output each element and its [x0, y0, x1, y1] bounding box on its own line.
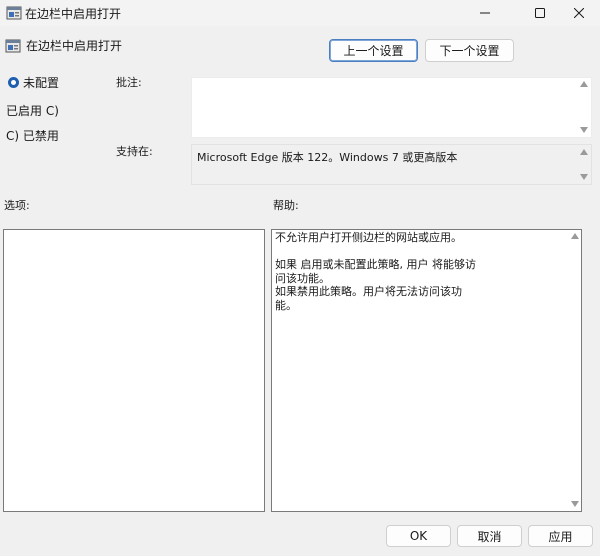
maximize-icon [535, 8, 545, 18]
radio-label: 未配置 [23, 76, 60, 90]
supported-on-label: 支持在: [116, 145, 153, 158]
window-title: 在边栏中启用打开 [25, 7, 122, 21]
minimize-icon [480, 8, 490, 18]
help-scrollbar[interactable] [569, 230, 581, 511]
radio-label: 已启用 C) [6, 104, 59, 118]
ok-button[interactable]: OK [386, 525, 451, 547]
policy-title: 在边栏中启用打开 [26, 39, 123, 53]
radio-label: C) 已禁用 [6, 129, 59, 143]
scroll-up-icon[interactable] [578, 78, 590, 90]
policy-icon [5, 38, 21, 54]
help-panel[interactable]: 不允许用户打开侧边栏的网站或应用。 如果 启用或未配置此策略, 用户 将能够访 … [271, 229, 582, 512]
supported-on-value: Microsoft Edge 版本 122。Windows 7 或更高版本 [197, 151, 458, 164]
scroll-down-icon[interactable] [578, 171, 590, 183]
policy-settings-icon [6, 5, 22, 21]
radio-not-configured[interactable]: 未配置 [8, 74, 59, 91]
help-text: 不允许用户打开侧边栏的网站或应用。 如果 启用或未配置此策略, 用户 将能够访 … [275, 231, 476, 312]
close-icon [574, 8, 584, 18]
options-label: 选项: [4, 199, 30, 212]
options-panel[interactable] [3, 229, 265, 512]
radio-enabled[interactable]: 已启用 C) [6, 102, 59, 119]
close-button[interactable] [556, 0, 600, 26]
apply-button[interactable]: 应用 [528, 525, 593, 547]
radio-selected-icon [8, 77, 19, 88]
radio-disabled[interactable]: C) 已禁用 [6, 127, 59, 144]
scroll-up-icon[interactable] [578, 146, 590, 158]
cancel-button[interactable]: 取消 [457, 525, 522, 547]
comment-scrollbar[interactable] [578, 78, 590, 137]
help-label: 帮助: [273, 199, 299, 212]
supported-on-field: Microsoft Edge 版本 122。Windows 7 或更高版本 [191, 144, 592, 185]
scroll-down-icon[interactable] [578, 124, 590, 136]
next-setting-button[interactable]: 下一个设置 [425, 39, 514, 62]
supported-scrollbar[interactable] [578, 146, 590, 184]
comment-field[interactable] [191, 77, 592, 138]
comment-label: 批注: [116, 76, 142, 89]
previous-setting-button[interactable]: 上一个设置 [329, 39, 418, 62]
scroll-up-icon[interactable] [569, 230, 581, 242]
scroll-down-icon[interactable] [569, 498, 581, 510]
minimize-button[interactable] [462, 0, 508, 26]
